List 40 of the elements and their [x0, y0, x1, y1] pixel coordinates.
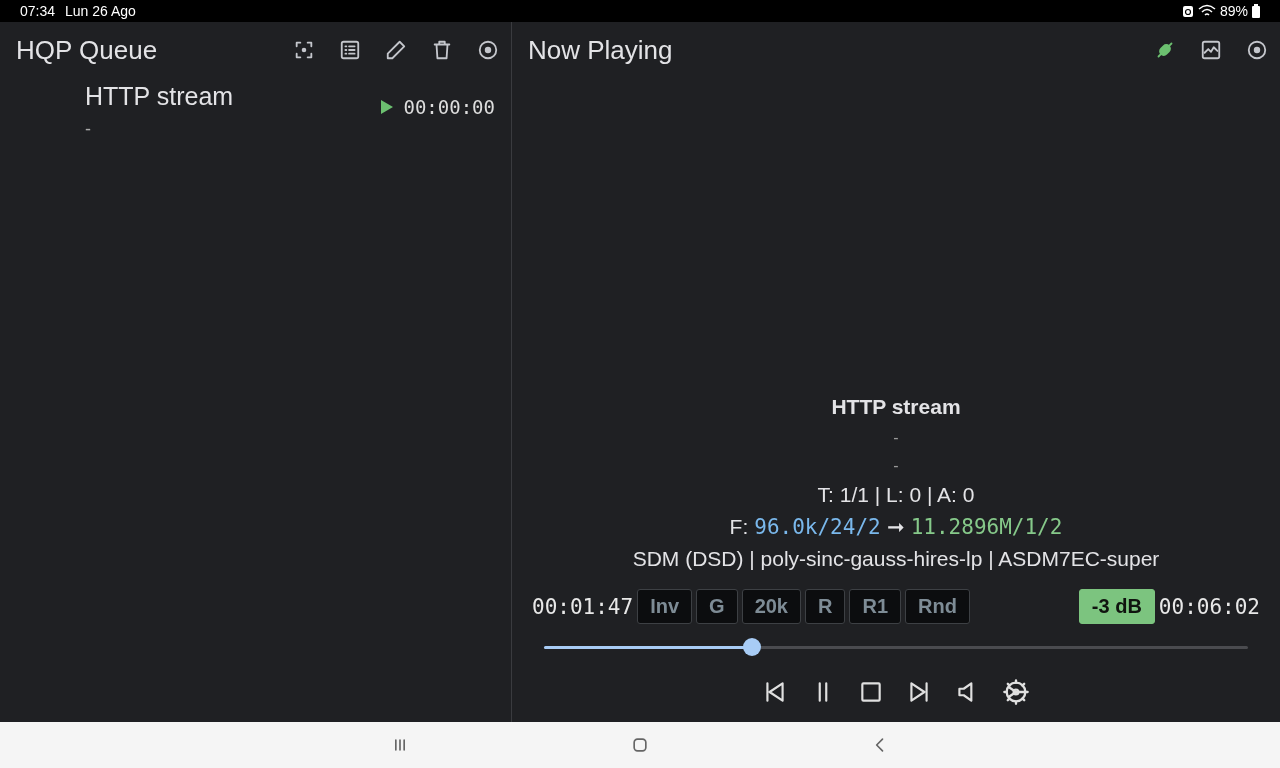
disc-icon[interactable]: [1246, 39, 1268, 61]
queue-item-subtitle: -: [85, 119, 92, 140]
now-playing-title: Now Playing: [528, 34, 674, 66]
artist-text: -: [893, 429, 899, 447]
counters-text: T: 1/1 | L: 0 | A: 0: [817, 483, 975, 507]
option-toggle[interactable]: R1: [849, 589, 902, 624]
sync-icon: [1181, 4, 1194, 18]
status-time: 07:34: [20, 3, 56, 19]
format-label: F:: [729, 515, 749, 539]
elapsed-time: 00:01:47: [532, 594, 634, 619]
slider-thumb[interactable]: [742, 637, 761, 656]
battery-percent: 89%: [1219, 3, 1248, 19]
list-icon[interactable]: [339, 39, 361, 61]
delete-icon[interactable]: [431, 39, 453, 61]
stop-icon[interactable]: [858, 679, 884, 705]
option-toggle[interactable]: R: [805, 589, 846, 624]
chart-icon[interactable]: [1200, 39, 1222, 61]
queue-item-time: 00:00:00: [403, 96, 495, 118]
wifi-icon: [1197, 4, 1216, 18]
track-title: HTTP stream: [831, 395, 961, 419]
option-toggle[interactable]: Inv: [637, 589, 693, 624]
option-toggle[interactable]: Rnd: [905, 589, 970, 624]
album-text: -: [893, 457, 899, 475]
queue-item-title[interactable]: HTTP stream: [85, 82, 382, 111]
input-format: 96.0k/24/2: [754, 515, 881, 539]
focus-icon[interactable]: [293, 39, 315, 61]
volume-toggle[interactable]: -3 dB: [1078, 589, 1155, 624]
edit-icon[interactable]: [385, 39, 407, 61]
option-toggle[interactable]: G: [696, 589, 738, 624]
arrow-text: ➞: [886, 515, 905, 539]
disc-icon[interactable]: [477, 39, 499, 61]
queue-title: HQP Queue: [16, 34, 159, 66]
output-format: 11.2896M/1/2: [910, 515, 1063, 539]
battery-icon: [1252, 4, 1260, 18]
option-toggle[interactable]: 20k: [741, 589, 801, 624]
home-icon[interactable]: [630, 735, 650, 755]
filters-text: SDM (DSD) | poly-sinc-gauss-hires-lp | ASDM7EC-super: [632, 547, 1160, 571]
status-date: Lun 26 Ago: [65, 3, 136, 19]
settings-icon[interactable]: [1002, 678, 1030, 706]
total-time: 00:06:02: [1158, 594, 1260, 619]
